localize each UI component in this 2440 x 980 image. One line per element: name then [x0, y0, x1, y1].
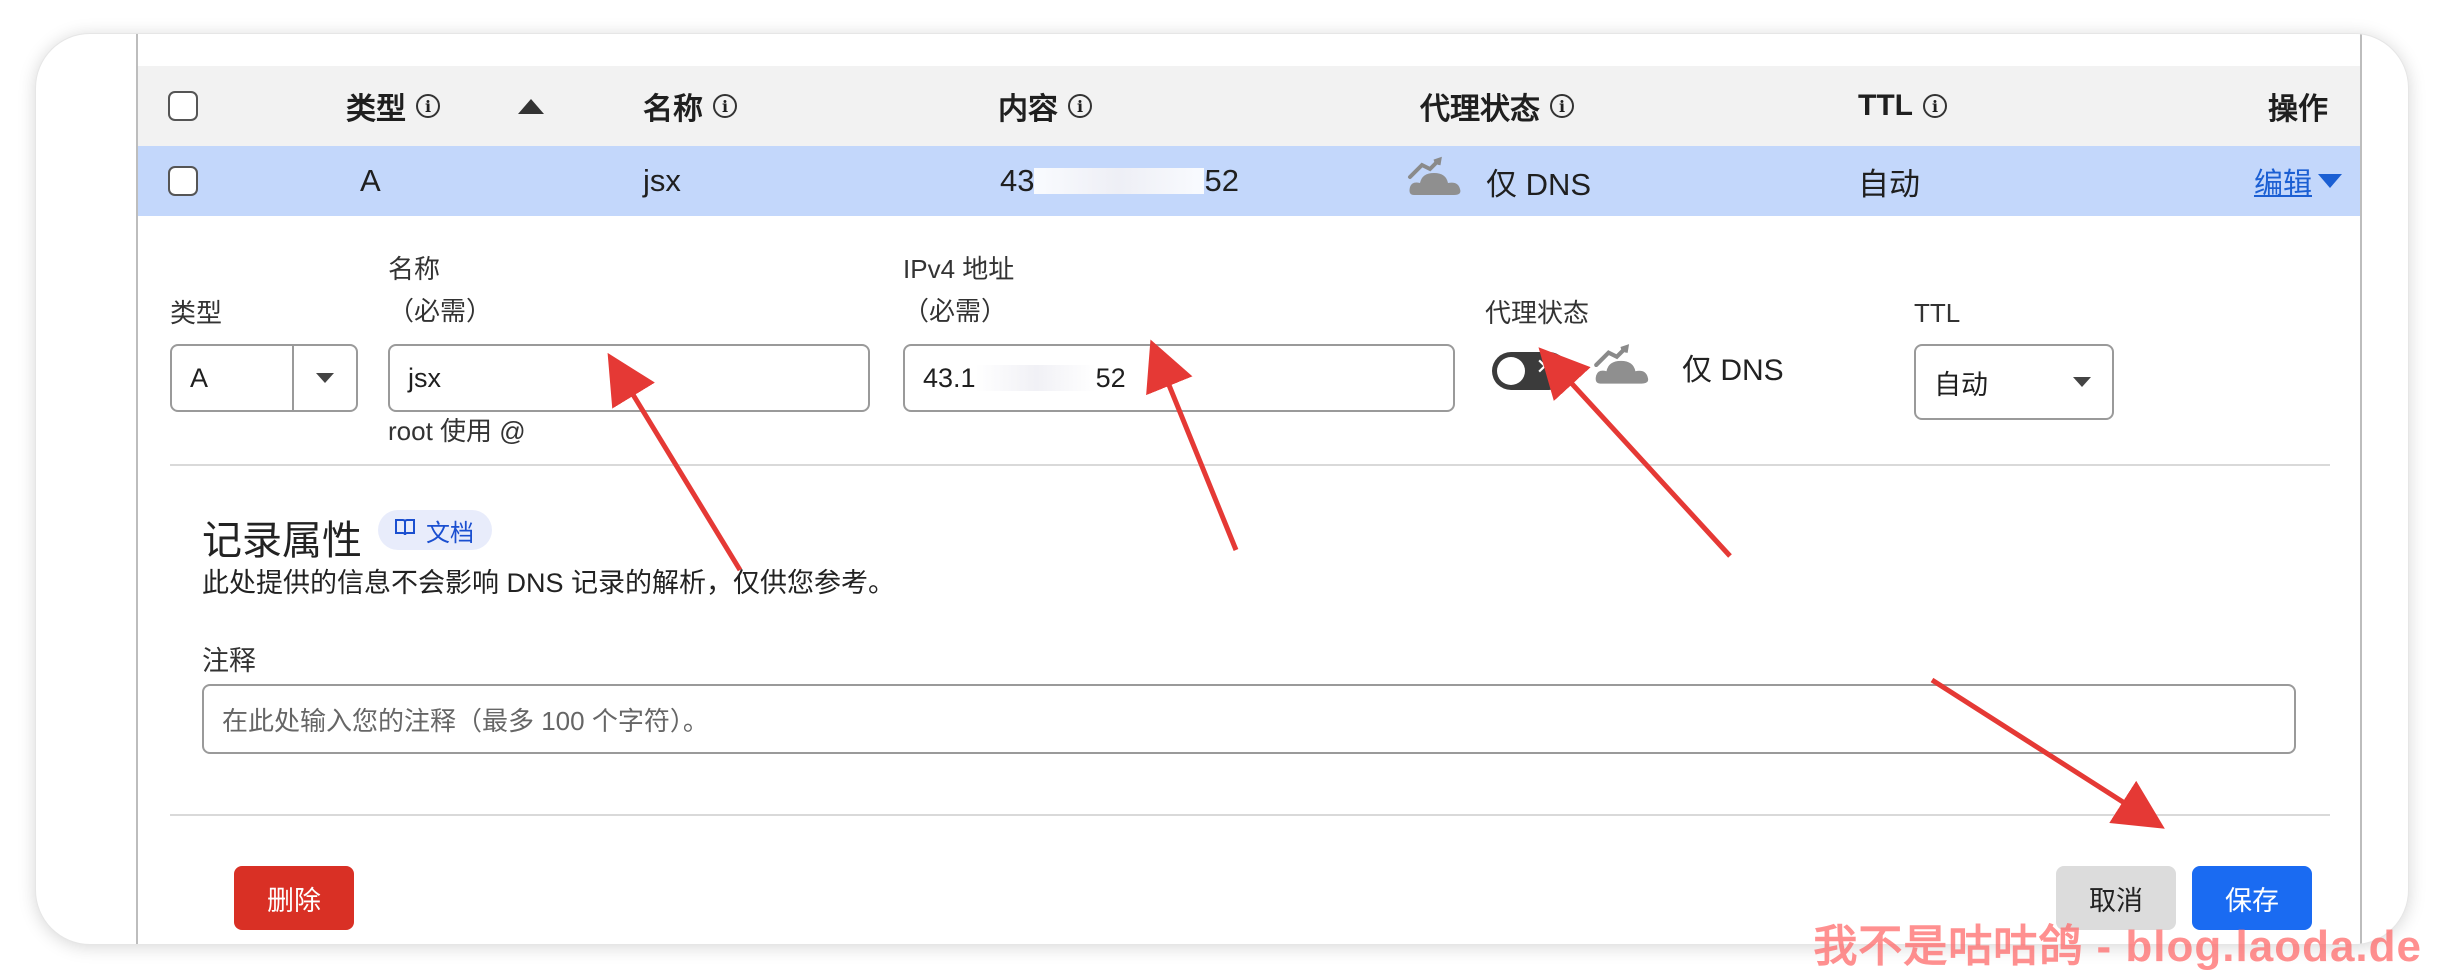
- redaction-blur: [1034, 168, 1205, 194]
- ipv4-label: IPv4 地址: [903, 254, 1015, 284]
- header-ttl[interactable]: TTL i: [1858, 89, 1947, 123]
- header-actions-label: 操作: [2268, 93, 2328, 126]
- select-all-cell[interactable]: [168, 91, 198, 121]
- proxy-label: 代理状态: [1485, 298, 1590, 328]
- info-icon[interactable]: i: [1550, 94, 1574, 118]
- name-input[interactable]: jsx: [388, 344, 870, 412]
- book-icon: [394, 516, 416, 544]
- ttl-label: TTL: [1914, 298, 1961, 328]
- sort-ascending-icon[interactable]: [518, 98, 544, 114]
- header-name-label: 名称: [643, 93, 703, 126]
- info-icon[interactable]: i: [713, 94, 737, 118]
- divider: [170, 814, 2330, 816]
- proxy-status: 仅 DNS: [1682, 354, 1784, 387]
- ipv4-required: （必需）: [903, 296, 1008, 326]
- chevron-down-icon[interactable]: [2318, 174, 2342, 188]
- header-ttl-label: TTL: [1858, 89, 1913, 122]
- row-ttl: 自动: [1858, 166, 1920, 202]
- ipv4-input-suffix: 52: [1095, 362, 1126, 393]
- table-row[interactable]: A jsx 43 52 仅 DNS 自动 编辑: [138, 146, 2360, 216]
- type-label: 类型: [170, 298, 223, 328]
- docs-badge-label: 文档: [426, 519, 474, 547]
- header-name[interactable]: 名称 i: [643, 84, 737, 128]
- divider: [170, 464, 2330, 466]
- table-header: 类型 i 名称 i 内容 i 代理状态 i TTL i 操作: [138, 66, 2360, 146]
- header-proxy[interactable]: 代理状态 i: [1420, 84, 1574, 128]
- section-description: 此处提供的信息不会影响 DNS 记录的解析，仅供您参考。: [202, 568, 896, 598]
- row-proxy-status: 仅 DNS: [1486, 166, 1592, 202]
- cloud-icon: [1404, 155, 1468, 207]
- name-required: （必需）: [388, 296, 493, 326]
- select-all-checkbox[interactable]: [168, 91, 198, 121]
- redaction-blur: [975, 365, 1096, 391]
- close-icon: ✕: [1535, 354, 1554, 379]
- header-type[interactable]: 类型 i: [346, 84, 440, 128]
- ipv4-input-prefix: 43.1: [923, 362, 976, 393]
- name-label: 名称: [388, 254, 441, 284]
- row-select-cell[interactable]: [168, 166, 198, 196]
- header-proxy-label: 代理状态: [1420, 93, 1540, 126]
- row-proxy: 仅 DNS: [1404, 155, 1591, 207]
- edit-link[interactable]: 编辑: [2254, 160, 2312, 202]
- row-content-prefix: 43: [1000, 163, 1035, 198]
- row-content-suffix: 52: [1204, 163, 1239, 198]
- watermark: 我不是咕咕鸽 - blog.laoda.de: [1813, 922, 2422, 971]
- section-title: 记录属性: [202, 519, 362, 563]
- row-name: jsx: [643, 163, 681, 198]
- row-checkbox[interactable]: [168, 166, 198, 196]
- screenshot-frame: 类型 i 名称 i 内容 i 代理状态 i TTL i 操作 A jsx 43 …: [36, 34, 2408, 944]
- info-icon[interactable]: i: [1068, 94, 1092, 118]
- type-select[interactable]: A: [170, 344, 358, 412]
- cloud-icon: [1590, 342, 1656, 393]
- row-content: 43 52: [1000, 163, 1239, 199]
- toggle-knob: [1497, 357, 1525, 385]
- header-actions: 操作: [2268, 84, 2328, 128]
- ipv4-input[interactable]: 43.1 52: [903, 344, 1455, 412]
- proxy-toggle[interactable]: ✕: [1492, 352, 1568, 390]
- header-content-label: 内容: [998, 93, 1058, 126]
- name-input-value: jsx: [408, 362, 441, 393]
- info-icon[interactable]: i: [416, 94, 440, 118]
- row-type: A: [360, 163, 381, 198]
- comment-label: 注释: [202, 646, 256, 676]
- docs-badge[interactable]: 文档: [378, 510, 492, 550]
- comment-placeholder: 在此处输入您的注释（最多 100 个字符）。: [222, 705, 709, 736]
- edit-control[interactable]: 编辑: [2254, 160, 2342, 202]
- chevron-down-icon[interactable]: [2052, 346, 2112, 418]
- name-hint: root 使用 @: [388, 416, 526, 446]
- ttl-select-value: 自动: [1934, 369, 1988, 400]
- comment-input[interactable]: 在此处输入您的注释（最多 100 个字符）。: [202, 684, 2296, 754]
- chevron-down-icon[interactable]: [292, 346, 356, 410]
- delete-button[interactable]: 删除: [234, 866, 354, 930]
- info-icon[interactable]: i: [1922, 94, 1947, 118]
- ttl-select[interactable]: 自动: [1914, 344, 2114, 420]
- header-type-label: 类型: [346, 93, 406, 126]
- dns-records-panel: 类型 i 名称 i 内容 i 代理状态 i TTL i 操作 A jsx 43 …: [136, 34, 2362, 944]
- header-content[interactable]: 内容 i: [998, 84, 1092, 128]
- type-select-value: A: [190, 362, 209, 393]
